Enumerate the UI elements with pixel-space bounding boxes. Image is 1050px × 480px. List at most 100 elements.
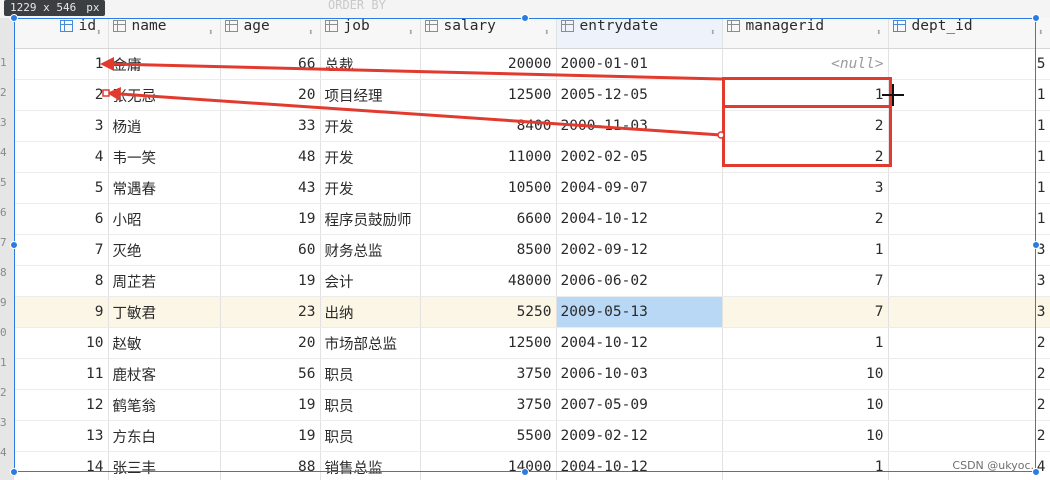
cell-age[interactable]: 19 xyxy=(220,420,321,452)
cell-job[interactable]: 职员 xyxy=(320,358,421,390)
cell-salary[interactable]: 11000 xyxy=(420,141,557,173)
cell-name[interactable]: 韦一笑 xyxy=(108,141,221,173)
cell-job[interactable]: 职员 xyxy=(320,389,421,421)
cell-age[interactable]: 60 xyxy=(220,234,321,266)
cell-name[interactable]: 丁敏君 xyxy=(108,296,221,328)
cell-salary[interactable]: 12500 xyxy=(420,79,557,111)
cell-salary[interactable]: 14000 xyxy=(420,451,557,480)
cell-managerid[interactable]: 10 xyxy=(722,389,889,421)
cell-entrydate[interactable]: 2006-06-02 xyxy=(556,265,723,297)
cell-dept-id[interactable]: 1 xyxy=(888,172,1050,204)
sort-toggle-icon[interactable]: ⬍ xyxy=(1038,18,1043,48)
cell-name[interactable]: 方东白 xyxy=(108,420,221,452)
capture-handle-bottom-left[interactable] xyxy=(10,468,18,476)
cell-age[interactable]: 56 xyxy=(220,358,321,390)
cell-name[interactable]: 赵敏 xyxy=(108,327,221,359)
cell-entrydate[interactable]: 2004-09-07 xyxy=(556,172,723,204)
cell-dept-id[interactable]: 2 xyxy=(888,327,1050,359)
column-header-salary[interactable]: ⬍ salary xyxy=(420,18,557,49)
cell-dept-id[interactable]: 1 xyxy=(888,110,1050,142)
table-row[interactable]: 6 小昭 19 程序员鼓励师 6600 2004-10-12 2 1 xyxy=(14,203,1050,235)
cell-name[interactable]: 周芷若 xyxy=(108,265,221,297)
sort-toggle-icon[interactable]: ⬍ xyxy=(544,18,549,48)
cell-salary[interactable]: 48000 xyxy=(420,265,557,297)
cell-name[interactable]: 鹿杖客 xyxy=(108,358,221,390)
table-row[interactable]: 11 鹿杖客 56 职员 3750 2006-10-03 10 2 xyxy=(14,358,1050,390)
cell-age[interactable]: 48 xyxy=(220,141,321,173)
table-row[interactable]: 14 张三丰 88 销售总监 14000 2004-10-12 1 4 xyxy=(14,451,1050,480)
cell-salary[interactable]: 10500 xyxy=(420,172,557,204)
cell-managerid[interactable]: 1 xyxy=(722,234,889,266)
cell-name[interactable]: 鹤笔翁 xyxy=(108,389,221,421)
table-row[interactable]: 3 杨逍 33 开发 8400 2000-11-03 2 1 xyxy=(14,110,1050,142)
cell-entrydate[interactable]: 2005-12-05 xyxy=(556,79,723,111)
cell-salary[interactable]: 8500 xyxy=(420,234,557,266)
table-row[interactable]: 4 韦一笑 48 开发 11000 2002-02-05 2 1 xyxy=(14,141,1050,173)
cell-age[interactable]: 43 xyxy=(220,172,321,204)
sort-toggle-icon[interactable]: ⬍ xyxy=(876,18,881,48)
capture-handle-top-center[interactable] xyxy=(521,14,529,22)
cell-entrydate[interactable]: 2004-10-12 xyxy=(556,203,723,235)
cell-age[interactable]: 20 xyxy=(220,327,321,359)
cell-job[interactable]: 开发 xyxy=(320,110,421,142)
cell-entrydate[interactable]: 2000-01-01 xyxy=(556,48,723,80)
cell-entrydate[interactable]: 2004-10-12 xyxy=(556,451,723,480)
column-header-age[interactable]: ⬍ age xyxy=(220,18,321,49)
cell-age[interactable]: 23 xyxy=(220,296,321,328)
cell-job[interactable]: 程序员鼓励师 xyxy=(320,203,421,235)
cell-job[interactable]: 项目经理 xyxy=(320,79,421,111)
table-row[interactable]: 9 丁敏君 23 出纳 5250 2009-05-13 7 3 xyxy=(14,296,1050,328)
cell-salary[interactable]: 12500 xyxy=(420,327,557,359)
cell-entrydate[interactable]: 2002-02-05 xyxy=(556,141,723,173)
cell-id[interactable]: 8 xyxy=(14,265,109,297)
sort-toggle-icon[interactable]: ⬍ xyxy=(710,18,715,48)
cell-dept-id[interactable]: 1 xyxy=(888,203,1050,235)
cell-dept-id[interactable]: 1 xyxy=(888,141,1050,173)
cell-dept-id[interactable]: 3 xyxy=(888,296,1050,328)
cell-job[interactable]: 销售总监 xyxy=(320,451,421,480)
cell-job[interactable]: 市场部总监 xyxy=(320,327,421,359)
cell-salary[interactable]: 5500 xyxy=(420,420,557,452)
cell-entrydate[interactable]: 2009-02-12 xyxy=(556,420,723,452)
cell-managerid[interactable]: <null> xyxy=(722,48,889,80)
table-row[interactable]: 5 常遇春 43 开发 10500 2004-09-07 3 1 xyxy=(14,172,1050,204)
cell-name[interactable]: 常遇春 xyxy=(108,172,221,204)
cell-id[interactable]: 4 xyxy=(14,141,109,173)
column-header-name[interactable]: ⬍ name xyxy=(108,18,221,49)
cell-managerid[interactable]: 7 xyxy=(722,296,889,328)
cell-dept-id[interactable]: 2 xyxy=(888,358,1050,390)
cell-id[interactable]: 5 xyxy=(14,172,109,204)
cell-name[interactable]: 张三丰 xyxy=(108,451,221,480)
cell-salary[interactable]: 6600 xyxy=(420,203,557,235)
table-row[interactable]: 7 灭绝 60 财务总监 8500 2002-09-12 1 3 xyxy=(14,234,1050,266)
cell-entrydate[interactable]: 2009-05-13 xyxy=(556,296,723,328)
cell-id[interactable]: 14 xyxy=(14,451,109,480)
cell-name[interactable]: 杨逍 xyxy=(108,110,221,142)
cell-id[interactable]: 2 xyxy=(14,79,109,111)
cell-dept-id[interactable]: 3 xyxy=(888,265,1050,297)
table-row[interactable]: 13 方东白 19 职员 5500 2009-02-12 10 2 xyxy=(14,420,1050,452)
cell-age[interactable]: 33 xyxy=(220,110,321,142)
column-header-entrydate[interactable]: ⬍ entrydate xyxy=(556,18,723,49)
cell-entrydate[interactable]: 2000-11-03 xyxy=(556,110,723,142)
table-row[interactable]: 12 鹤笔翁 19 职员 3750 2007-05-09 10 2 xyxy=(14,389,1050,421)
table-row[interactable]: 1 金庸 66 总裁 20000 2000-01-01 <null> 5 xyxy=(14,48,1050,80)
cell-id[interactable]: 11 xyxy=(14,358,109,390)
cell-age[interactable]: 19 xyxy=(220,389,321,421)
cell-entrydate[interactable]: 2006-10-03 xyxy=(556,358,723,390)
cell-dept-id[interactable]: 2 xyxy=(888,389,1050,421)
cell-age[interactable]: 88 xyxy=(220,451,321,480)
cell-entrydate[interactable]: 2004-10-12 xyxy=(556,327,723,359)
sort-toggle-icon[interactable]: ⬍ xyxy=(96,18,101,48)
cell-job[interactable]: 职员 xyxy=(320,420,421,452)
cell-age[interactable]: 19 xyxy=(220,265,321,297)
table-row[interactable]: 10 赵敏 20 市场部总监 12500 2004-10-12 1 2 xyxy=(14,327,1050,359)
cell-job[interactable]: 开发 xyxy=(320,172,421,204)
cell-entrydate[interactable]: 2002-09-12 xyxy=(556,234,723,266)
sort-toggle-icon[interactable]: ⬍ xyxy=(408,18,413,48)
cell-name[interactable]: 金庸 xyxy=(108,48,221,80)
cell-managerid[interactable]: 7 xyxy=(722,265,889,297)
capture-handle-top-right[interactable] xyxy=(1032,14,1040,22)
cell-job[interactable]: 会计 xyxy=(320,265,421,297)
cell-salary[interactable]: 5250 xyxy=(420,296,557,328)
